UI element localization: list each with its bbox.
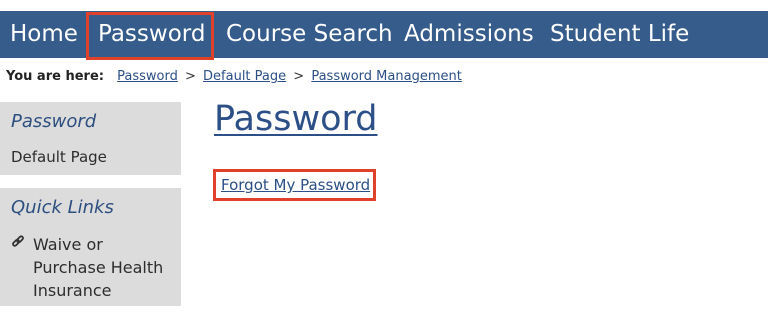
breadcrumb-link-password-management[interactable]: Password Management [311, 69, 462, 84]
nav-item-admissions[interactable]: Admissions [404, 11, 534, 58]
sidebar-item-waive-insurance[interactable]: Waive or Purchase Health Insurance [33, 233, 173, 302]
breadcrumb-link-password[interactable]: Password [117, 69, 178, 84]
sidebar-section-quick-links: Quick Links Waive or Purchase Health Ins… [0, 188, 181, 306]
nav-item-course-search[interactable]: Course Search [226, 11, 393, 58]
breadcrumb: You are here: Password > Default Page > … [6, 69, 462, 84]
breadcrumb-link-default-page[interactable]: Default Page [203, 69, 286, 84]
top-nav-bar: Home Password Course Search Admissions S… [0, 11, 768, 60]
link-icon [11, 235, 25, 253]
sidebar-heading-password: Password [11, 111, 97, 132]
forgot-password-link[interactable]: Forgot My Password [221, 176, 370, 194]
nav-item-student-life[interactable]: Student Life [550, 11, 689, 58]
breadcrumb-prefix: You are here: [6, 69, 104, 84]
breadcrumb-separator: > [184, 69, 196, 84]
nav-item-home[interactable]: Home [10, 11, 78, 58]
nav-active-highlight [86, 12, 214, 60]
breadcrumb-separator: > [293, 69, 305, 84]
sidebar-item-default-page[interactable]: Default Page [11, 148, 107, 166]
sidebar-heading-quick-links: Quick Links [11, 197, 114, 218]
sidebar-section-password: Password Default Page [0, 102, 181, 175]
page-title[interactable]: Password [214, 99, 377, 139]
